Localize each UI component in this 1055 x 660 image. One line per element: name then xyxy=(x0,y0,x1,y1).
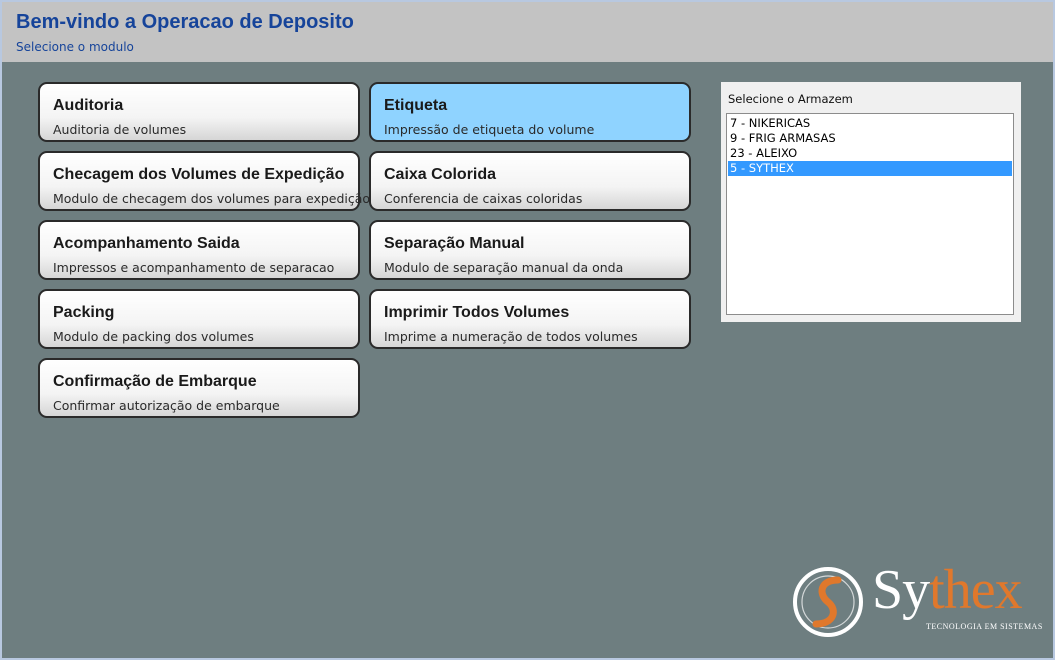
module-title: Confirmação de Embarque xyxy=(53,373,257,390)
module-description: Auditoria de volumes xyxy=(53,122,187,137)
logo-wordmark-part2: thex xyxy=(929,559,1022,621)
module-acompanhamento-saida-button[interactable]: Acompanhamento Saida Impressos e acompan… xyxy=(38,220,360,280)
header-bar: Bem-vindo a Operacao de Deposito Selecio… xyxy=(2,2,1053,62)
module-title: Packing xyxy=(53,304,115,321)
module-description: Impressos e acompanhamento de separacao xyxy=(53,260,335,275)
module-description: Imprime a numeração de todos volumes xyxy=(384,329,638,344)
module-title: Checagem dos Volumes de Expedição xyxy=(53,166,345,183)
module-description: Modulo de separação manual da onda xyxy=(384,260,624,275)
module-packing-button[interactable]: Packing Modulo de packing dos volumes xyxy=(38,289,360,349)
app-window: Bem-vindo a Operacao de Deposito Selecio… xyxy=(0,0,1055,660)
module-description: Impressão de etiqueta do volume xyxy=(384,122,595,137)
armazem-option[interactable]: 7 - NIKERICAS xyxy=(728,116,1012,131)
module-etiqueta-button[interactable]: Etiqueta Impressão de etiqueta do volume xyxy=(369,82,691,142)
armazem-listbox[interactable]: 7 - NIKERICAS 9 - FRIG ARMASAS 23 - ALEI… xyxy=(726,113,1014,315)
logo-wordmark: Sythex xyxy=(872,558,1023,622)
module-separacao-manual-button[interactable]: Separação Manual Modulo de separação man… xyxy=(369,220,691,280)
logo-tagline: TECNOLOGIA EM SISTEMAS xyxy=(926,622,1043,631)
module-title: Acompanhamento Saida xyxy=(53,235,240,252)
logo-wordmark-part1: Sy xyxy=(872,559,930,621)
module-description: Modulo de packing dos volumes xyxy=(53,329,254,344)
module-description: Modulo de checagem dos volumes para expe… xyxy=(53,191,371,206)
armazem-panel: Selecione o Armazem 7 - NIKERICAS 9 - FR… xyxy=(721,82,1021,322)
module-imprimir-todos-volumes-button[interactable]: Imprimir Todos Volumes Imprime a numeraç… xyxy=(369,289,691,349)
page-subtitle: Selecione o modulo xyxy=(16,40,134,54)
page-title: Bem-vindo a Operacao de Deposito xyxy=(16,11,354,33)
sythex-logo-icon xyxy=(793,567,863,637)
module-description: Conferencia de caixas coloridas xyxy=(384,191,583,206)
module-title: Caixa Colorida xyxy=(384,166,497,183)
module-title: Separação Manual xyxy=(384,235,525,252)
armazem-option-selected[interactable]: 5 - SYTHEX xyxy=(728,161,1012,176)
sythex-logo: Sythex TECNOLOGIA EM SISTEMAS xyxy=(790,559,1043,639)
module-title: Etiqueta xyxy=(384,97,448,114)
armazem-option[interactable]: 9 - FRIG ARMASAS xyxy=(728,131,1012,146)
armazem-label: Selecione o Armazem xyxy=(728,92,853,106)
armazem-option[interactable]: 23 - ALEIXO xyxy=(728,146,1012,161)
module-caixa-colorida-button[interactable]: Caixa Colorida Conferencia de caixas col… xyxy=(369,151,691,211)
module-title: Auditoria xyxy=(53,97,124,114)
module-description: Confirmar autorização de embarque xyxy=(53,398,280,413)
module-checagem-button[interactable]: Checagem dos Volumes de Expedição Modulo… xyxy=(38,151,370,211)
module-auditoria-button[interactable]: Auditoria Auditoria de volumes xyxy=(38,82,360,142)
module-title: Imprimir Todos Volumes xyxy=(384,304,570,321)
module-confirmacao-embarque-button[interactable]: Confirmação de Embarque Confirmar autori… xyxy=(38,358,360,418)
